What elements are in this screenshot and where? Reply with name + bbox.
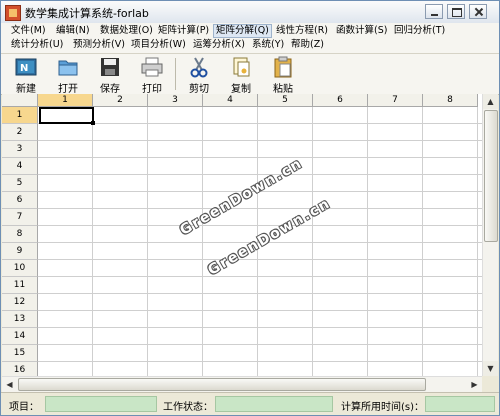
row-header[interactable]: 2 [2,124,38,141]
menu-help[interactable]: 帮助(Z) [289,38,326,52]
column-header[interactable]: 3 [148,94,203,107]
column-header[interactable]: 5 [258,94,313,107]
minimize-button[interactable] [425,4,443,19]
scroll-up-icon[interactable]: ▲ [483,94,498,109]
title-bar: 数学集成计算系统-forlab [1,1,499,24]
menu-operations[interactable]: 运筹分析(X) [191,38,247,52]
copy-button[interactable]: 复制 [222,54,260,95]
row-header[interactable]: 11 [2,277,38,294]
menu-file[interactable]: 文件(M) [9,24,48,38]
spreadsheet-grid[interactable]: 12345678 12345678910111213141516171819 G… [2,94,482,376]
row-header[interactable]: 15 [2,345,38,362]
status-time-label: 计算所用时间(s)： [341,402,425,413]
open-label: 打开 [58,84,78,95]
column-header[interactable]: 7 [368,94,423,107]
close-button[interactable] [469,4,487,19]
scroll-right-icon[interactable]: ▶ [467,377,482,392]
save-button[interactable]: 保存 [91,54,129,95]
menu-regression[interactable]: 回归分析(T) [392,24,447,38]
row-header[interactable]: 5 [2,175,38,192]
row-header[interactable]: 1 [2,107,38,124]
menu-bar: 文件(M) 编辑(N) 数据处理(O) 矩阵计算(P) 矩阵分解(Q) 线性方程… [1,23,499,53]
status-time-field [425,396,495,412]
toolbar-separator [175,58,176,90]
save-label: 保存 [100,84,120,95]
status-state-field [215,396,333,412]
horizontal-scrollbar[interactable]: ◀ ▶ [2,376,482,392]
scroll-down-icon[interactable]: ▼ [483,361,498,376]
menu-statistics[interactable]: 统计分析(U) [9,38,65,52]
paste-label: 粘贴 [273,84,293,95]
row-header[interactable]: 4 [2,158,38,175]
horizontal-scroll-thumb[interactable] [18,378,426,391]
window-title: 数学集成计算系统-forlab [25,7,149,20]
row-header[interactable]: 3 [2,141,38,158]
new-button[interactable]: N 新建 [7,54,45,95]
menu-matrix-decomposition[interactable]: 矩阵分解(Q) [213,24,272,38]
menu-edit[interactable]: 编辑(N) [54,24,92,38]
resize-grip[interactable] [482,376,497,391]
row-header[interactable]: 10 [2,260,38,277]
app-window: 数学集成计算系统-forlab 文件(M) 编辑(N) 数据处理(O) 矩阵计算… [0,0,500,416]
app-logo-icon [5,5,21,21]
paste-button[interactable]: 粘贴 [264,54,302,95]
scissors-icon [190,57,208,78]
vertical-scroll-thumb[interactable] [484,110,498,242]
row-header[interactable]: 14 [2,328,38,345]
vertical-scrollbar[interactable]: ▲ ▼ [482,94,498,376]
row-header[interactable]: 6 [2,192,38,209]
paste-clipboard-icon [274,56,292,78]
copy-label: 复制 [231,84,251,95]
copy-icon [233,57,250,77]
toolbar: N 新建 打开 保存 打印 剪切 复制 粘贴 [1,53,499,95]
row-header[interactable]: 12 [2,294,38,311]
row-header[interactable]: 7 [2,209,38,226]
column-header[interactable]: 4 [203,94,258,107]
new-icon: N [15,58,37,76]
status-bar: 项目： 工作状态： 计算所用时间(s)： [1,392,499,415]
maximize-button[interactable] [447,4,465,19]
grid-corner[interactable] [2,94,38,107]
printer-icon [141,57,163,77]
menu-forecast[interactable]: 预测分析(V) [71,38,127,52]
column-header[interactable]: 6 [313,94,368,107]
menu-system[interactable]: 系统(Y) [250,38,286,52]
cut-button[interactable]: 剪切 [180,54,218,95]
status-state-label: 工作状态： [163,402,213,413]
status-project-label: 项目： [9,402,39,413]
active-cell[interactable] [39,107,95,125]
new-label: 新建 [16,84,36,95]
menu-data-processing[interactable]: 数据处理(O) [98,24,155,38]
column-header[interactable]: 2 [93,94,148,107]
menu-matrix-compute[interactable]: 矩阵计算(P) [156,24,211,38]
cut-label: 剪切 [189,84,209,95]
open-folder-icon [58,60,78,76]
svg-text:N: N [20,63,28,74]
save-disk-icon [101,58,119,76]
menu-linear-equations[interactable]: 线性方程(R) [274,24,330,38]
column-header[interactable]: 8 [423,94,478,107]
column-header[interactable]: 1 [38,94,93,107]
scroll-left-icon[interactable]: ◀ [2,377,17,392]
menu-function-compute[interactable]: 函数计算(S) [334,24,389,38]
menu-project[interactable]: 项目分析(W) [129,38,188,52]
print-label: 打印 [142,84,162,95]
print-button[interactable]: 打印 [133,54,171,95]
row-header[interactable]: 16 [2,362,38,376]
row-header[interactable]: 9 [2,243,38,260]
status-project-field [45,396,157,412]
row-header[interactable]: 13 [2,311,38,328]
open-button[interactable]: 打开 [49,54,87,95]
row-header[interactable]: 8 [2,226,38,243]
